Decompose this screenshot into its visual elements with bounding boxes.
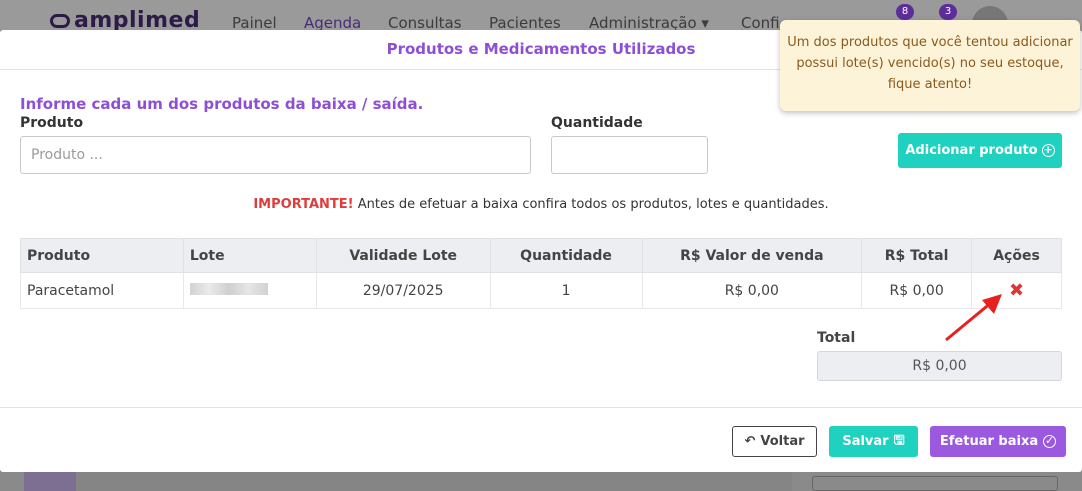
plus-circle-icon: + (1041, 143, 1055, 157)
quantity-input[interactable] (551, 136, 708, 174)
product-label: Produto (20, 115, 84, 131)
th-produto: Produto (20, 238, 184, 273)
finish-label: Efetuar baixa (939, 434, 1039, 449)
cell-lote (182, 272, 317, 309)
cell-validade: 29/07/2025 (315, 272, 491, 309)
modal-title: Produtos e Medicamentos Utilizados (386, 40, 696, 58)
notice-strong: IMPORTANTE! (253, 197, 354, 212)
save-label: Salvar (842, 434, 889, 449)
modal-footer: ↶ Voltar Salvar 🖫 Efetuar baixa ✓ (0, 407, 1082, 472)
notification-badge: 8 (896, 4, 914, 20)
back-button[interactable]: ↶ Voltar (732, 426, 817, 457)
cell-produto: Paracetamol (20, 272, 184, 309)
warning-toast[interactable]: Um dos produtos que você tentou adiciona… (780, 20, 1080, 111)
cell-valor: R$ 0,00 (641, 272, 863, 309)
cell-quantidade: 1 (489, 272, 643, 309)
lote-redacted (189, 282, 268, 295)
total-value: R$ 0,00 (817, 351, 1062, 381)
table-header-row: Produto Lote Validade Lote Quantidade R$… (20, 238, 1062, 273)
floppy-icon: 🖫 (893, 432, 905, 448)
th-validade: Validade Lote (315, 238, 491, 273)
toast-message: Um dos produtos que você tentou adiciona… (787, 35, 1073, 92)
th-quantidade: Quantidade (489, 238, 643, 273)
bg-sidebar (24, 472, 76, 491)
th-total: R$ Total (861, 238, 973, 273)
products-table: Produto Lote Validade Lote Quantidade R$… (20, 238, 1062, 309)
th-acoes: Ações (971, 238, 1062, 273)
add-product-button[interactable]: Adicionar produto + (898, 133, 1062, 168)
bg-main-panel (76, 472, 792, 491)
save-button[interactable]: Salvar 🖫 (829, 426, 918, 457)
bg-date-input (812, 476, 1058, 491)
logo-mark-icon (50, 14, 70, 28)
red-arrow-icon (945, 294, 1002, 342)
message-badge: 3 (939, 4, 957, 20)
notice-text: Antes de efetuar a baixa confira todos o… (353, 197, 829, 212)
th-valor: R$ Valor de venda (641, 238, 863, 273)
total-label: Total (817, 330, 856, 346)
finish-button[interactable]: Efetuar baixa ✓ (930, 426, 1066, 457)
delete-icon[interactable]: ✖ (1009, 280, 1024, 301)
quantity-label: Quantidade (551, 115, 643, 131)
table-row: Paracetamol 29/07/2025 1 R$ 0,00 R$ 0,00… (20, 272, 1062, 309)
product-input[interactable] (20, 136, 531, 174)
add-product-label: Adicionar produto (905, 143, 1038, 158)
check-circle-icon: ✓ (1043, 434, 1057, 448)
reply-icon: ↶ (744, 434, 756, 449)
important-notice: IMPORTANTE! Antes de efetuar a baixa con… (0, 197, 1082, 212)
th-lote: Lote (182, 238, 317, 273)
back-label: Voltar (760, 434, 805, 449)
section-title: Informe cada um dos produtos da baixa / … (20, 95, 424, 113)
